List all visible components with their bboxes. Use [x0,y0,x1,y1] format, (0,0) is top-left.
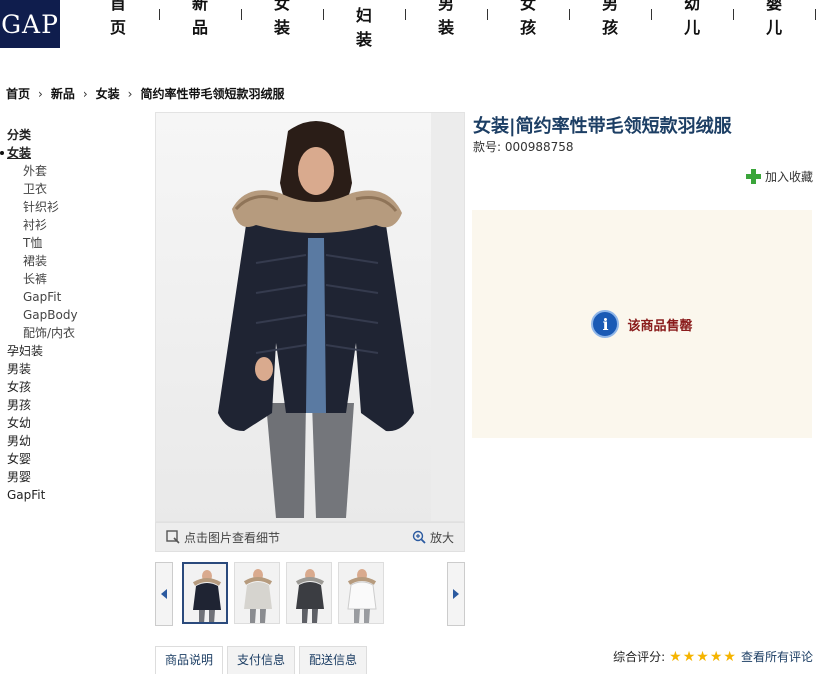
thumbnail-4[interactable] [338,562,384,624]
category-sidebar: 分类 女装 外套 卫衣 针织衫 衬衫 T恤 裙装 长裤 GapFit GapBo… [0,126,140,504]
zoom-hint-text: 点击图片查看细节 [184,530,281,545]
product-code: 款号: 000988758 [473,140,574,154]
sidebar-subitem[interactable]: GapFit [0,288,140,306]
chevron-right-icon: › [127,86,133,101]
sidebar-item-women[interactable]: 女装 [0,144,140,162]
breadcrumb-new[interactable]: 新品 [51,85,75,102]
sidebar-item[interactable]: 女孩 [0,378,140,396]
rating-summary: 综合评分: ★ ★ ★ ★ ★ 查看所有评论 [613,648,813,665]
breadcrumb-home[interactable]: 首页 [6,85,30,102]
thumbnail-strip [155,562,465,626]
arrow-left-icon[interactable] [155,562,173,626]
sidebar-subitem[interactable]: 衬衫 [0,216,140,234]
thumbnail-2[interactable] [234,562,280,624]
sidebar-subitem[interactable]: GapBody [0,306,140,324]
sidebar-subitem[interactable]: 针织衫 [0,198,140,216]
tab-payment[interactable]: 支付信息 [227,646,296,674]
tab-delivery[interactable]: 配送信息 [299,646,368,674]
add-to-favorites-button[interactable]: 加入收藏 [745,168,813,185]
nav-separator [240,8,243,20]
product-image[interactable] [155,112,465,522]
nav-separator [405,8,407,20]
star-icon: ★ [669,648,682,665]
star-icon: ★ [709,648,723,665]
view-all-reviews-link[interactable]: 查看所有评论 [741,648,813,665]
nav-baby[interactable]: 婴儿 [766,0,783,38]
chevron-right-icon: › [82,86,88,101]
nav-women[interactable]: 女装 [274,0,291,38]
nav-separator [651,8,653,20]
sidebar-item[interactable]: 男孩 [0,396,140,414]
nav-separator [733,8,735,20]
gap-logo[interactable]: GAP [0,0,60,48]
rating-label: 综合评分: [613,650,666,664]
chevron-right-icon: › [38,86,43,101]
tab-description[interactable]: 商品说明 [155,646,224,674]
sidebar-subitem[interactable]: T恤 [0,234,140,252]
sidebar-item[interactable]: 女幼 [0,414,140,432]
nav-men[interactable]: 男装 [438,0,455,38]
star-icon: ★ [696,648,709,665]
product-tabs: 商品说明 支付信息 配送信息 [155,646,371,674]
model-photo [218,121,414,518]
sold-out-panel: i 该商品售罄 [472,210,812,438]
favorites-label: 加入收藏 [764,170,813,184]
thumbnail-3[interactable] [286,562,332,624]
sidebar-subitem[interactable]: 裙装 [0,252,140,270]
nav-separator [815,8,817,20]
plus-icon [745,169,761,184]
main-nav: 首页 新品 女装 孕妇装 男装 女孩 男孩 幼儿 婴儿 [110,0,817,49]
sidebar-subitem[interactable]: 外套 [0,162,140,180]
rating-stars: ★ ★ ★ ★ ★ [669,649,737,665]
zoom-bar: 点击图片查看细节 放大 [155,522,465,552]
sidebar-item-label: 女装 [7,146,32,160]
nav-boys[interactable]: 男孩 [602,0,619,38]
thumbnail-1[interactable] [182,562,228,624]
breadcrumb-women[interactable]: 女装 [96,85,120,102]
nav-separator [322,8,325,20]
zoom-button-label: 放大 [429,530,454,545]
sidebar-item[interactable]: 男装 [0,360,140,378]
nav-girls[interactable]: 女孩 [520,0,537,38]
breadcrumb-current: 简约率性带毛领短款羽绒服 [140,87,285,101]
info-icon: i [591,310,620,338]
logo-text: GAP [1,9,59,39]
nav-new[interactable]: 新品 [192,0,209,38]
nav-separator [158,8,161,20]
sidebar-item[interactable]: GapFit [0,486,140,504]
sidebar-subitem[interactable]: 长裤 [0,270,140,288]
star-icon: ★ [682,648,696,665]
sidebar-heading: 分类 [7,128,32,142]
magnifier-icon [166,530,180,544]
nav-maternity[interactable]: 孕妇装 [356,0,373,50]
breadcrumb: 首页 › 新品 › 女装 › 简约率性带毛领短款羽绒服 [6,85,285,102]
sidebar-item[interactable]: 孕妇装 [0,342,140,360]
nav-home[interactable]: 首页 [110,0,127,38]
nav-toddler[interactable]: 幼儿 [684,0,701,38]
zoom-in-icon [412,530,426,544]
sidebar-subitem[interactable]: 配饰/内衣 [0,324,140,342]
active-dot [0,151,4,155]
sidebar-item[interactable]: 男婴 [0,468,140,486]
product-title: 女装|简约率性带毛领短款羽绒服 [473,116,732,137]
sidebar-subitem[interactable]: 卫衣 [0,180,140,198]
sidebar-item[interactable]: 男幼 [0,432,140,450]
sold-out-text: 该商品售罄 [627,318,693,334]
arrow-right-icon[interactable] [447,562,465,626]
nav-separator [487,8,489,20]
sidebar-item[interactable]: 女婴 [0,450,140,468]
zoom-button[interactable]: 放大 [412,529,454,546]
star-icon: ★ [723,648,736,665]
nav-separator [569,8,571,20]
zoom-hint[interactable]: 点击图片查看细节 [166,529,280,546]
